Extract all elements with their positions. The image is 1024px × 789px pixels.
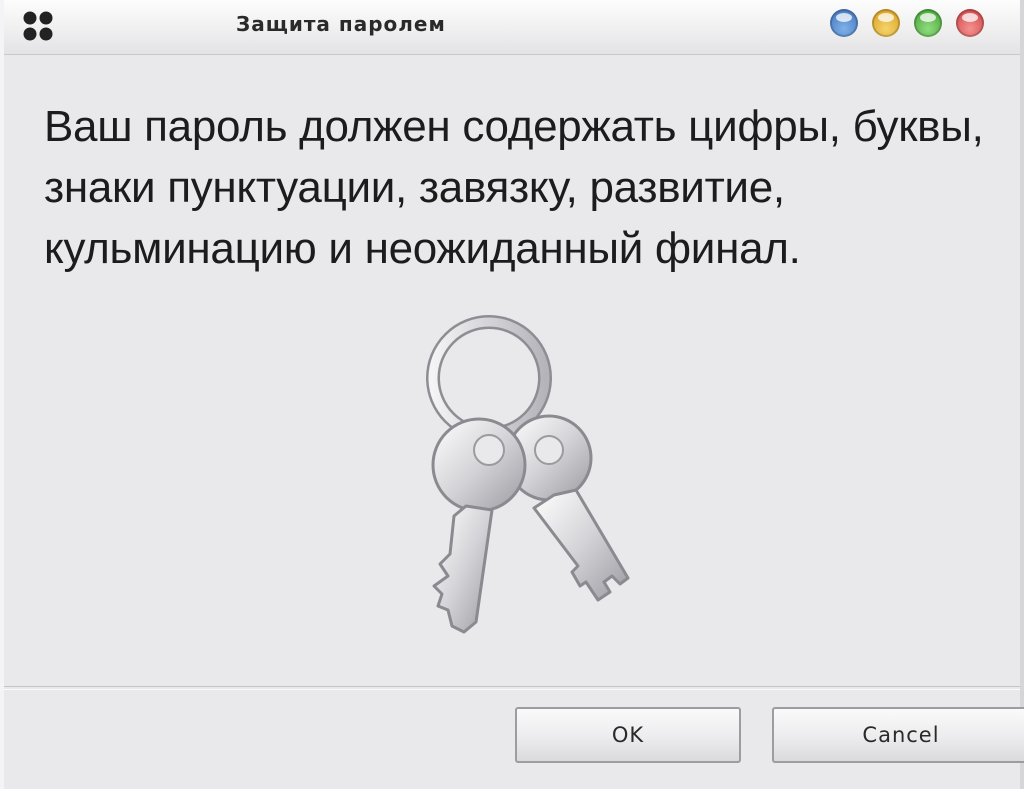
dialog-message: Ваш пароль должен содержать цифры, буквы… [44,102,984,273]
close-icon[interactable] [956,9,984,37]
password-dialog-window: Защита паролем Ваш пароль должен содержа… [0,0,1024,789]
window-title: Защита паролем [236,12,446,36]
maximize-icon[interactable] [872,9,900,37]
ok-button[interactable]: OK [515,707,741,763]
minimize-icon[interactable] [830,9,858,37]
cancel-button[interactable]: Cancel [772,707,1024,763]
help-icon[interactable] [914,9,942,37]
keys-icon [426,315,630,634]
button-separator [4,686,1020,690]
clover-icon[interactable] [18,6,58,46]
title-bar[interactable]: Защита паролем [4,0,1020,55]
